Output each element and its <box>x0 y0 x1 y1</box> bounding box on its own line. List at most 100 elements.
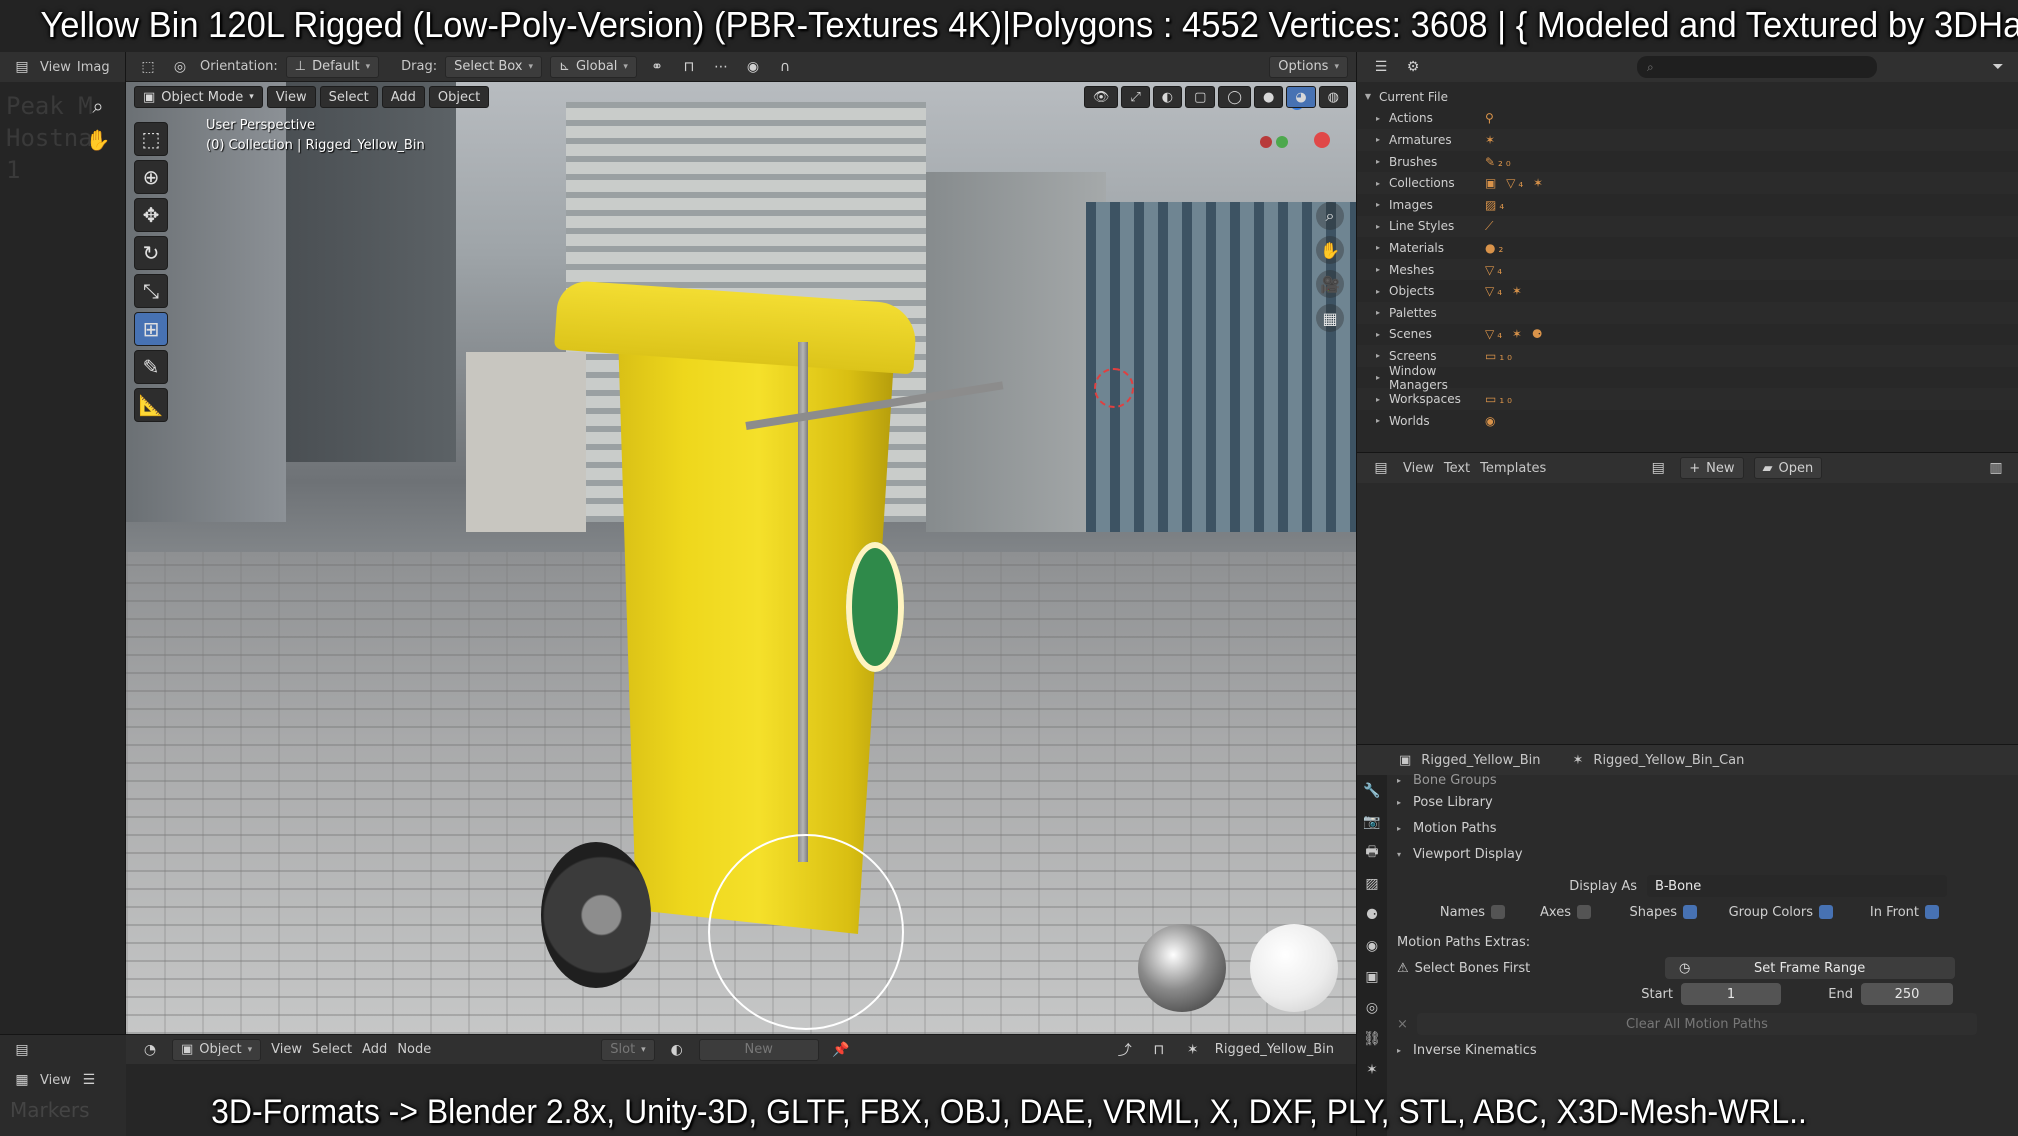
outliner-item[interactable]: ▸ Images ▨₄ <box>1357 194 2018 216</box>
editor-type-icon[interactable]: ▤ <box>10 1039 34 1061</box>
outliner-item[interactable]: ▸ Worlds ◉ <box>1357 410 2018 432</box>
clear-motion-paths-button[interactable]: Clear All Motion Paths <box>1417 1013 1977 1035</box>
pin-icon[interactable]: 📌 <box>829 1039 853 1061</box>
drag-dropdown[interactable]: Select Box ▾ <box>445 55 543 78</box>
constraints-tab-icon[interactable]: ⛓ <box>1357 1023 1387 1054</box>
cursor-tool-icon[interactable]: ⊕ <box>134 160 168 194</box>
options-dropdown[interactable]: Options ▾ <box>1269 55 1348 78</box>
outliner-item[interactable]: ▸ Workspaces ▭₁₀ <box>1357 388 2018 410</box>
outliner-item[interactable]: ▸ Armatures ✶ <box>1357 129 2018 151</box>
output-tab-icon[interactable]: 🖶 <box>1357 837 1387 868</box>
panel-viewport-display[interactable]: ▾ Viewport Display <box>1393 841 2018 867</box>
panel-bone-groups[interactable]: ▸ Bone Groups <box>1393 771 2018 789</box>
camera-icon[interactable]: 🎥 <box>1316 270 1344 298</box>
navigation-gizmo[interactable] <box>1256 96 1336 176</box>
end-field[interactable]: 250 <box>1861 983 1953 1005</box>
solid-shading-icon[interactable]: ● <box>1253 86 1284 108</box>
armature-data-tab-icon[interactable]: ✶ <box>1357 1054 1387 1085</box>
zoom-icon[interactable]: ⌕ <box>84 92 112 120</box>
transform-gizmo[interactable] <box>708 834 904 1030</box>
text-menu-view[interactable]: View <box>1403 461 1434 476</box>
new-material-button[interactable]: New <box>698 1038 819 1061</box>
hand-pan-icon[interactable]: ✋ <box>1316 236 1344 264</box>
rotate-tool-icon[interactable]: ↻ <box>134 236 168 270</box>
world-tab-icon[interactable]: ◉ <box>1357 930 1387 961</box>
slot-dropdown[interactable]: Slot ▾ <box>601 1038 655 1061</box>
material-sphere-icon[interactable]: ◐ <box>665 1039 689 1061</box>
material-shading-icon[interactable]: ◕ <box>1286 86 1316 108</box>
visibility-icon[interactable]: 👁 <box>1083 86 1119 108</box>
snap-magnet-icon[interactable]: ⊓ <box>677 56 701 78</box>
y-axis-icon[interactable] <box>1276 136 1288 148</box>
menu-object[interactable]: Object <box>428 86 490 108</box>
in-front-checkbox[interactable] <box>1925 905 1939 919</box>
mode-dropdown[interactable]: ▣ Object Mode ▾ <box>134 86 263 108</box>
outliner-item[interactable]: ▸ Actions ⚲ <box>1357 108 2018 130</box>
rendered-shading-icon[interactable]: ◍ <box>1318 86 1348 108</box>
outliner-item[interactable]: ▸ Objects ▽₄ ✶ <box>1357 280 2018 302</box>
outliner-item[interactable]: ▸ Materials ●₂ <box>1357 237 2018 259</box>
gizmo-toggle-icon[interactable]: ⤢ <box>1121 86 1150 108</box>
outliner-item[interactable]: ▸ Collections ▣ ▽₄ ✶ <box>1357 172 2018 194</box>
pivot-icon[interactable]: ⚭ <box>645 56 669 78</box>
menu-add[interactable]: Add <box>381 86 425 108</box>
transform-tool-icon[interactable]: ⊞ <box>134 312 168 346</box>
object-type-dropdown[interactable]: ▣ Object ▾ <box>172 1038 262 1061</box>
snap-increment-icon[interactable]: ⋯ <box>709 56 733 78</box>
view-type-icon[interactable]: ▦ <box>10 1069 34 1091</box>
left-menu-image[interactable]: Imag <box>77 60 110 75</box>
node-menu-add[interactable]: Add <box>362 1042 387 1057</box>
names-checkbox[interactable] <box>1491 905 1505 919</box>
outliner-item[interactable]: ▸ Window Managers <box>1357 364 2018 392</box>
shapes-checkbox[interactable] <box>1683 905 1697 919</box>
editor-type-icon[interactable]: ▤ <box>1369 457 1393 479</box>
3d-viewport[interactable]: ▣ Object Mode ▾ View Select Add Object 👁 ⤢… <box>126 82 1356 1034</box>
annotate-tool-icon[interactable]: ✎ <box>134 350 168 384</box>
tool-tab-icon[interactable]: 🔧 <box>1357 775 1387 806</box>
outliner-item[interactable]: ▸ Meshes ▽₄ <box>1357 258 2018 281</box>
node-menu-select[interactable]: Select <box>312 1042 352 1057</box>
outliner-item[interactable]: ▸ Brushes ✎₂₀ <box>1357 151 2018 173</box>
proportional-edit-icon[interactable]: ◉ <box>741 56 765 78</box>
falloff-curve-icon[interactable]: ∩ <box>773 56 797 78</box>
editor-type-icon[interactable]: ☰ <box>1369 56 1393 78</box>
transform-orientation-dropdown[interactable]: ⊾ Global ▾ <box>550 55 637 78</box>
physics-tab-icon[interactable]: ◎ <box>1357 992 1387 1023</box>
menu-select[interactable]: Select <box>319 86 378 108</box>
parent-node-icon[interactable]: ⤴ <box>1113 1039 1137 1061</box>
zoom-icon[interactable]: ⌕ <box>1316 202 1344 230</box>
node-menu-node[interactable]: Node <box>397 1042 431 1057</box>
bin-wheel[interactable] <box>541 842 651 988</box>
group-colors-checkbox[interactable] <box>1819 905 1833 919</box>
snap-icon[interactable]: ⊓ <box>1147 1039 1171 1061</box>
new-text-button[interactable]: + New <box>1680 457 1744 479</box>
editor-type-icon[interactable]: ◔ <box>138 1039 162 1061</box>
armature-ref-label[interactable]: Rigged_Yellow_Bin <box>1215 1042 1334 1057</box>
text-menu-text[interactable]: Text <box>1444 461 1470 476</box>
left-bottom-view-menu[interactable]: View <box>40 1073 71 1088</box>
editor-type-icon[interactable]: ⬚ <box>136 56 160 78</box>
outliner-item[interactable]: ▸ Line Styles ⟋ <box>1357 215 2018 238</box>
outliner-item[interactable]: ▸ Palettes <box>1357 301 2018 324</box>
line-numbers-icon[interactable]: ▥ <box>1984 457 2008 479</box>
hand-pan-icon[interactable]: ✋ <box>84 126 112 154</box>
panel-inverse-kinematics[interactable]: ▸ Inverse Kinematics <box>1393 1037 2018 1063</box>
orientation-dropdown[interactable]: ⊥ Default ▾ <box>285 55 380 78</box>
overlays-icon[interactable]: ◐ <box>1152 86 1183 108</box>
measure-tool-icon[interactable]: 📐 <box>134 388 168 422</box>
wireframe-shading-icon[interactable]: ◯ <box>1218 86 1251 108</box>
left-menu-view[interactable]: View <box>40 60 71 75</box>
view-layer-tab-icon[interactable]: ▨ <box>1357 868 1387 899</box>
axes-checkbox[interactable] <box>1577 905 1591 919</box>
hamburger-icon[interactable]: ☰ <box>77 1069 101 1091</box>
text-datablock-icon[interactable]: ▤ <box>1646 457 1670 479</box>
display-mode-icon[interactable]: ⚙ <box>1401 56 1425 78</box>
close-icon[interactable]: × <box>1397 1017 1417 1032</box>
filter-icon[interactable]: ⏷ <box>1986 56 2010 78</box>
x-axis-icon[interactable] <box>1314 132 1330 148</box>
outliner-root[interactable]: ▼ Current File <box>1357 86 2018 108</box>
move-tool-icon[interactable]: ✥ <box>134 198 168 232</box>
text-menu-templates[interactable]: Templates <box>1480 461 1546 476</box>
display-as-dropdown[interactable]: B-Bone <box>1647 875 1947 897</box>
node-menu-view[interactable]: View <box>271 1042 302 1057</box>
